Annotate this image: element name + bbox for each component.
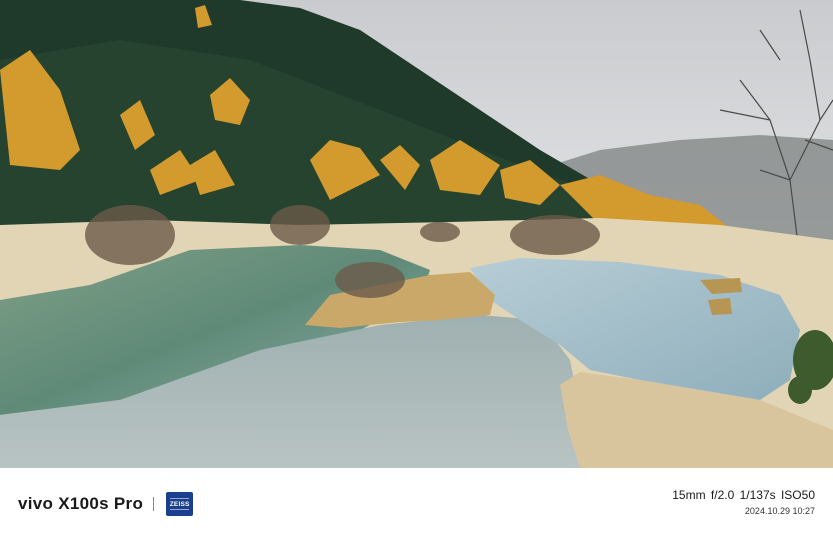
landscape-photo (0, 0, 833, 468)
zeiss-logo: ZEISS (166, 492, 194, 516)
camera-brand: vivo X100s Pro ZEISS (18, 492, 194, 516)
photo-illustration (0, 0, 833, 468)
zeiss-logo-text: ZEISS (169, 500, 190, 508)
photo-footer: vivo X100s Pro ZEISS 15mm f/2.0 1/137s I… (0, 468, 833, 535)
exif-params: 15mm f/2.0 1/137s ISO50 (672, 488, 815, 502)
camera-model: vivo X100s Pro (18, 494, 144, 513)
brand-divider (153, 497, 155, 511)
exif-info: 15mm f/2.0 1/137s ISO50 2024.10.29 10:27 (672, 488, 815, 516)
photo-frame: vivo X100s Pro ZEISS 15mm f/2.0 1/137s I… (0, 0, 833, 535)
capture-datetime: 2024.10.29 10:27 (744, 506, 815, 516)
